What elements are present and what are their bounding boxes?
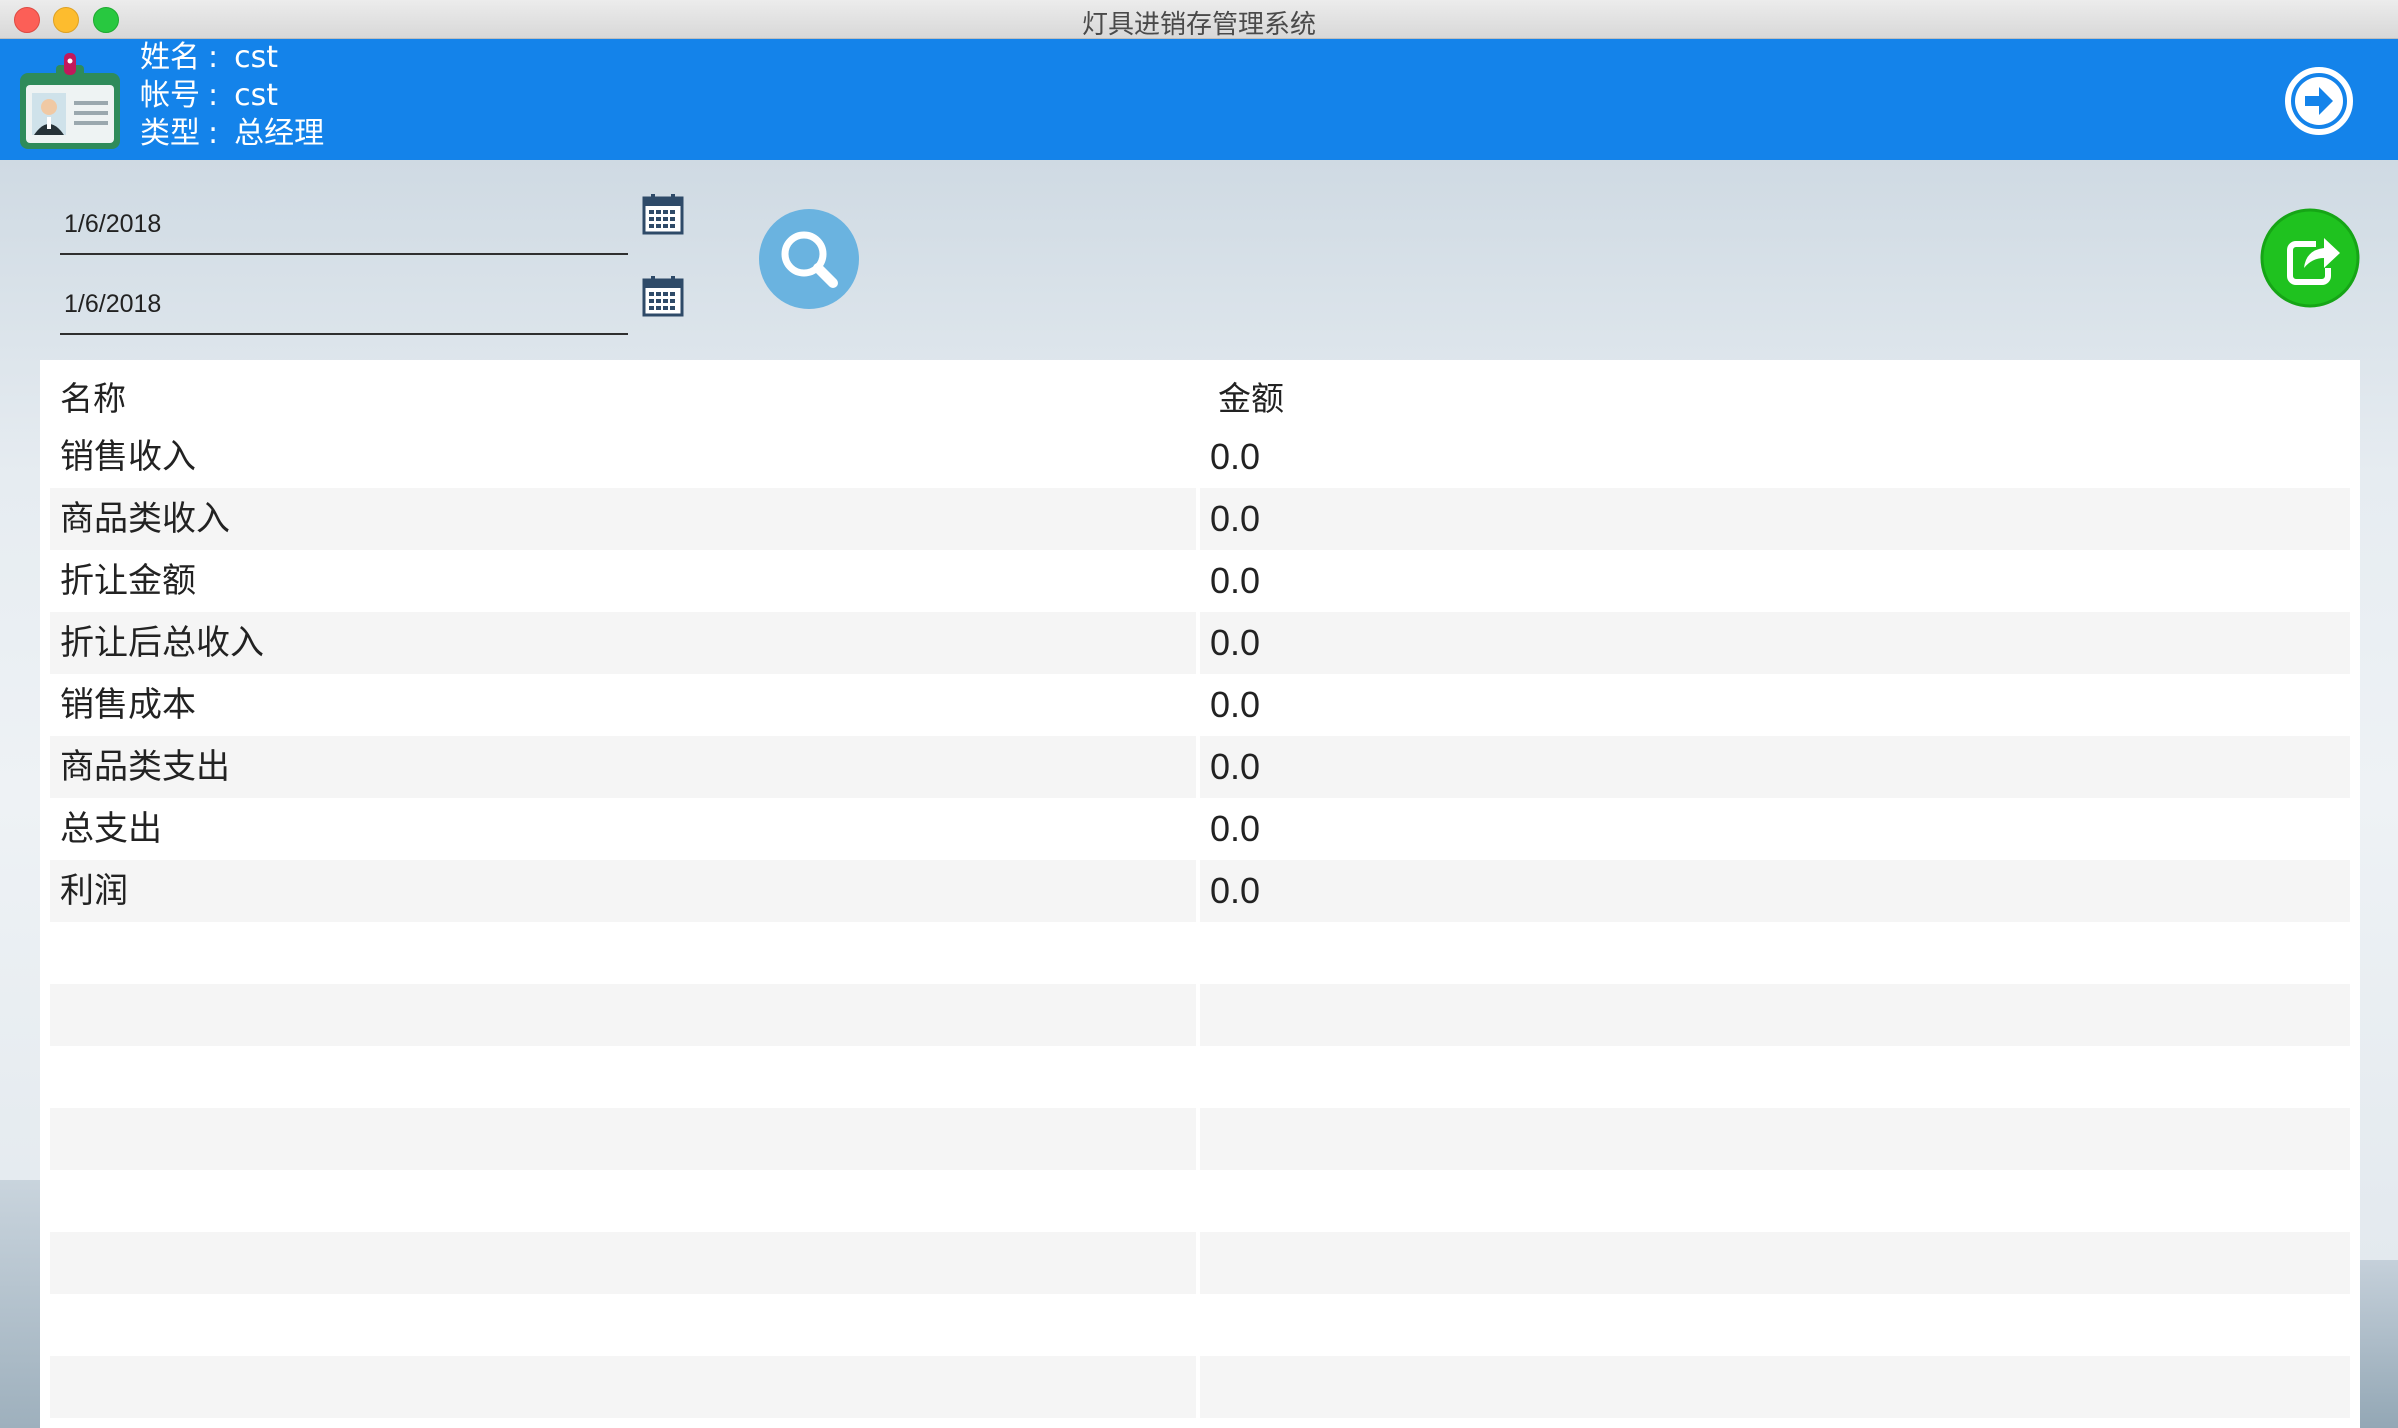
table-row[interactable]: 商品类收入 0.0 xyxy=(50,488,2350,550)
table-row[interactable]: 折让后总收入 0.0 xyxy=(50,612,2350,674)
user-header: 姓名: cst 帐号: cst 类型: 总经理 xyxy=(0,39,2398,160)
separator: : xyxy=(208,78,219,113)
name-cell: 商品类支出 xyxy=(50,736,1196,798)
empty-table-row xyxy=(50,1232,2350,1294)
amount-cell: 0.0 xyxy=(1200,860,2350,922)
empty-table-row xyxy=(50,1356,2350,1418)
arrow-right-circle-icon[interactable] xyxy=(2283,65,2355,137)
empty-table-row xyxy=(50,922,2350,984)
table-row[interactable]: 折让金额 0.0 xyxy=(50,550,2350,612)
share-export-icon[interactable] xyxy=(2260,208,2360,308)
amount-cell: 0.0 xyxy=(1210,684,1261,725)
user-account-value: cst xyxy=(234,78,278,113)
empty-table-row xyxy=(50,1294,2350,1356)
name-cell: 总支出 xyxy=(60,809,162,849)
name-cell: 利润 xyxy=(50,860,1196,922)
separator: : xyxy=(208,116,219,151)
name-cell: 折让后总收入 xyxy=(50,612,1196,674)
table-header: 名称 金额 xyxy=(50,374,2350,424)
user-account-label: 帐号 xyxy=(140,78,200,113)
start-date-field[interactable] xyxy=(60,193,628,255)
table-row[interactable]: 商品类支出 0.0 xyxy=(50,736,2350,798)
empty-table-row xyxy=(50,1108,2350,1170)
separator: : xyxy=(208,40,219,75)
end-date-field[interactable] xyxy=(60,273,628,335)
user-name-row: 姓名: cst xyxy=(140,39,324,77)
amount-cell: 0.0 xyxy=(1210,808,1261,849)
user-name-value: cst xyxy=(234,40,278,75)
column-header-amount[interactable]: 金额 xyxy=(1218,374,1284,424)
name-cell: 销售收入 xyxy=(60,437,196,477)
empty-table-row xyxy=(50,1170,2350,1232)
window-title: 灯具进销存管理系统 xyxy=(1081,10,1316,40)
calendar-icon[interactable] xyxy=(642,193,684,235)
calendar-icon[interactable] xyxy=(642,275,684,317)
name-cell: 折让金额 xyxy=(60,561,196,601)
window-title-bar: 灯具进销存管理系统 xyxy=(0,0,2398,40)
name-cell: 商品类收入 xyxy=(50,488,1196,550)
end-date-input[interactable] xyxy=(62,285,606,323)
empty-table-row xyxy=(50,1046,2350,1108)
user-account-row: 帐号: cst xyxy=(140,77,324,115)
table-row[interactable]: 销售收入 0.0 xyxy=(50,426,2350,488)
name-cell: 销售成本 xyxy=(60,685,196,725)
user-name-label: 姓名 xyxy=(140,40,200,75)
report-table: 名称 金额 销售收入 0.0 商品类收入 0.0 折让金额 0.0 折让后总收入… xyxy=(40,360,2360,1428)
table-row[interactable]: 销售成本 0.0 xyxy=(50,674,2350,736)
amount-cell: 0.0 xyxy=(1200,736,2350,798)
search-icon[interactable] xyxy=(758,208,860,310)
id-badge-icon xyxy=(20,53,120,149)
user-type-label: 类型 xyxy=(140,116,200,151)
column-header-name[interactable]: 名称 xyxy=(60,374,126,424)
start-date-input[interactable] xyxy=(62,205,606,243)
user-info: 姓名: cst 帐号: cst 类型: 总经理 xyxy=(140,39,324,153)
table-row[interactable]: 利润 0.0 xyxy=(50,860,2350,922)
user-type-row: 类型: 总经理 xyxy=(140,115,324,153)
table-row[interactable]: 总支出 0.0 xyxy=(50,798,2350,860)
table-body: 销售收入 0.0 商品类收入 0.0 折让金额 0.0 折让后总收入 0.0 销… xyxy=(50,426,2350,1418)
amount-cell: 0.0 xyxy=(1200,488,2350,550)
amount-cell: 0.0 xyxy=(1200,612,2350,674)
amount-cell: 0.0 xyxy=(1210,560,1261,601)
user-type-value: 总经理 xyxy=(234,116,325,151)
empty-table-row xyxy=(50,984,2350,1046)
amount-cell: 0.0 xyxy=(1210,436,1261,477)
